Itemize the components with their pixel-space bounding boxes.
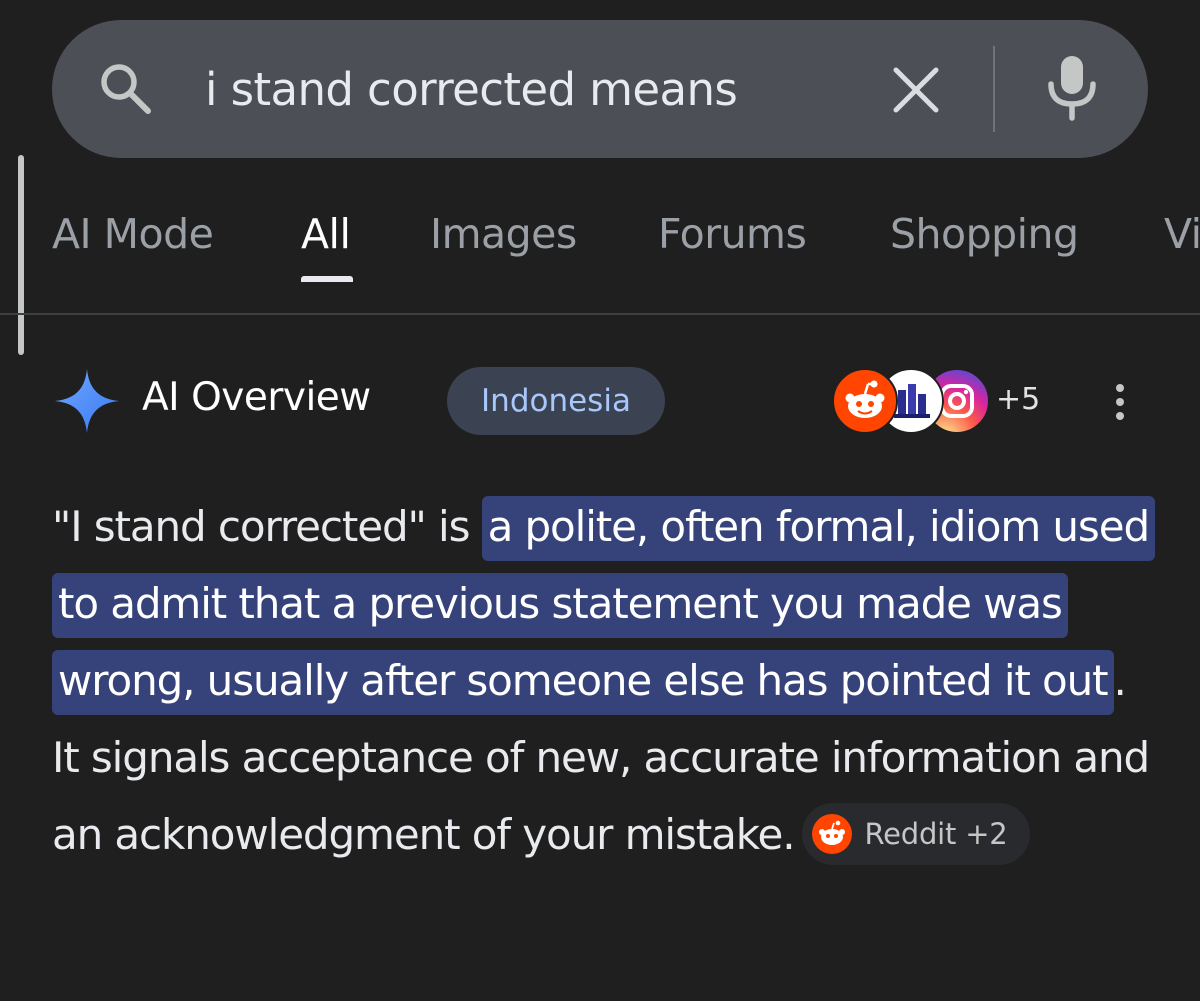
active-tab-indicator [301, 276, 353, 282]
microphone-icon[interactable] [1040, 52, 1104, 122]
country-chip[interactable]: Indonesia [447, 367, 665, 435]
ai-overview-title: AI Overview [142, 375, 371, 420]
close-icon[interactable] [884, 58, 948, 122]
tab-all[interactable]: All [301, 210, 351, 258]
search-tabs: AI Mode All Images Forums Shopping Vi [0, 200, 1200, 282]
tab-shopping[interactable]: Shopping [890, 210, 1079, 258]
tab-forums[interactable]: Forums [658, 210, 807, 258]
search-divider [993, 46, 995, 132]
answer-intro: "I stand corrected" is [52, 502, 482, 551]
tab-images[interactable]: Images [430, 210, 577, 258]
source-avatars[interactable] [832, 368, 992, 434]
sparkle-icon [55, 369, 119, 433]
ai-overview-header: AI Overview Indonesia +5 [0, 360, 1200, 440]
reddit-icon [812, 813, 853, 854]
search-input[interactable] [205, 58, 845, 120]
more-options-icon[interactable] [1100, 380, 1140, 424]
reddit-icon [832, 368, 898, 434]
source-chip[interactable]: Reddit +2 [802, 802, 1030, 865]
ai-overview-answer: "I stand corrected" is a polite, often f… [52, 488, 1162, 873]
search-icon[interactable] [96, 59, 156, 119]
more-sources-count[interactable]: +5 [996, 382, 1040, 417]
tabs-divider [0, 313, 1200, 315]
tab-ai-mode[interactable]: AI Mode [52, 210, 214, 258]
tab-videos[interactable]: Vi [1164, 210, 1200, 258]
source-chip-label: Reddit +2 [864, 816, 1008, 851]
